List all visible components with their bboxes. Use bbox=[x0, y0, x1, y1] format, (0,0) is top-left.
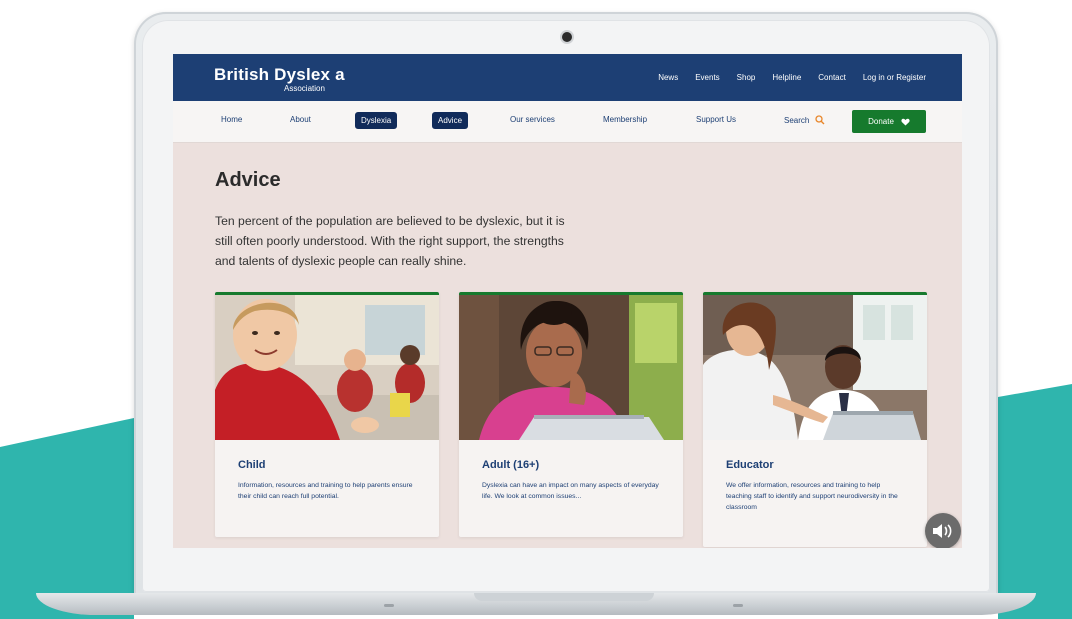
top-link-contact[interactable]: Contact bbox=[818, 73, 846, 82]
main-nav: Home About Dyslexia Advice Our services … bbox=[173, 101, 962, 143]
camera-icon bbox=[562, 32, 572, 42]
top-link-shop[interactable]: Shop bbox=[737, 73, 756, 82]
heart-icon bbox=[901, 118, 910, 126]
top-header-bar: British Dyslex a Association News Events… bbox=[173, 54, 962, 101]
child-photo bbox=[215, 295, 439, 440]
card-description: Information, resources and training to h… bbox=[238, 482, 413, 500]
logo-subtitle: Association bbox=[284, 84, 325, 93]
top-link-helpline[interactable]: Helpline bbox=[772, 73, 801, 82]
website-screen: British Dyslex a Association News Events… bbox=[173, 54, 962, 548]
search-icon bbox=[815, 115, 825, 125]
card-title: Child bbox=[238, 459, 266, 471]
laptop-foot bbox=[733, 604, 743, 607]
nav-item-dyslexia[interactable]: Dyslexia bbox=[355, 112, 398, 129]
nav-item-about[interactable]: About bbox=[290, 115, 311, 124]
page-intro: Ten percent of the population are believ… bbox=[215, 214, 565, 268]
donate-label: Donate bbox=[868, 117, 894, 126]
utility-links: News Events Shop Helpline Contact Log in… bbox=[658, 73, 926, 82]
logo-text: British Dyslex a bbox=[214, 65, 345, 84]
site-logo[interactable]: British Dyslex a bbox=[214, 65, 345, 85]
card-title: Adult (16+) bbox=[482, 459, 540, 471]
search-label: Search bbox=[784, 115, 810, 125]
educator-photo bbox=[703, 295, 927, 440]
card-adult[interactable]: Adult (16+) Dyslexia can have an impact … bbox=[459, 292, 683, 537]
nav-item-advice[interactable]: Advice bbox=[432, 112, 469, 129]
card-child[interactable]: Child Information, resources and trainin… bbox=[215, 292, 439, 537]
adult-photo bbox=[459, 295, 683, 440]
top-link-news[interactable]: News bbox=[658, 73, 678, 82]
laptop-base-notch bbox=[474, 593, 654, 601]
top-link-events[interactable]: Events bbox=[695, 73, 719, 82]
nav-item-home[interactable]: Home bbox=[221, 115, 242, 124]
nav-item-our-services[interactable]: Our services bbox=[510, 115, 555, 124]
laptop-foot bbox=[384, 604, 394, 607]
card-title: Educator bbox=[726, 459, 774, 471]
card-description: We offer information, resources and trai… bbox=[726, 482, 898, 511]
top-link-login[interactable]: Log in or Register bbox=[863, 73, 926, 82]
speaker-icon bbox=[933, 524, 952, 538]
nav-item-support-us[interactable]: Support Us bbox=[696, 115, 736, 124]
page-title: Advice bbox=[215, 169, 281, 191]
donate-button[interactable]: Donate bbox=[852, 110, 926, 133]
nav-item-membership[interactable]: Membership bbox=[603, 115, 647, 124]
audio-button[interactable] bbox=[925, 513, 961, 548]
card-description: Dyslexia can have an impact on many aspe… bbox=[482, 482, 659, 500]
search-button[interactable]: Search bbox=[784, 115, 825, 125]
card-educator[interactable]: Educator We offer information, resources… bbox=[703, 292, 927, 547]
